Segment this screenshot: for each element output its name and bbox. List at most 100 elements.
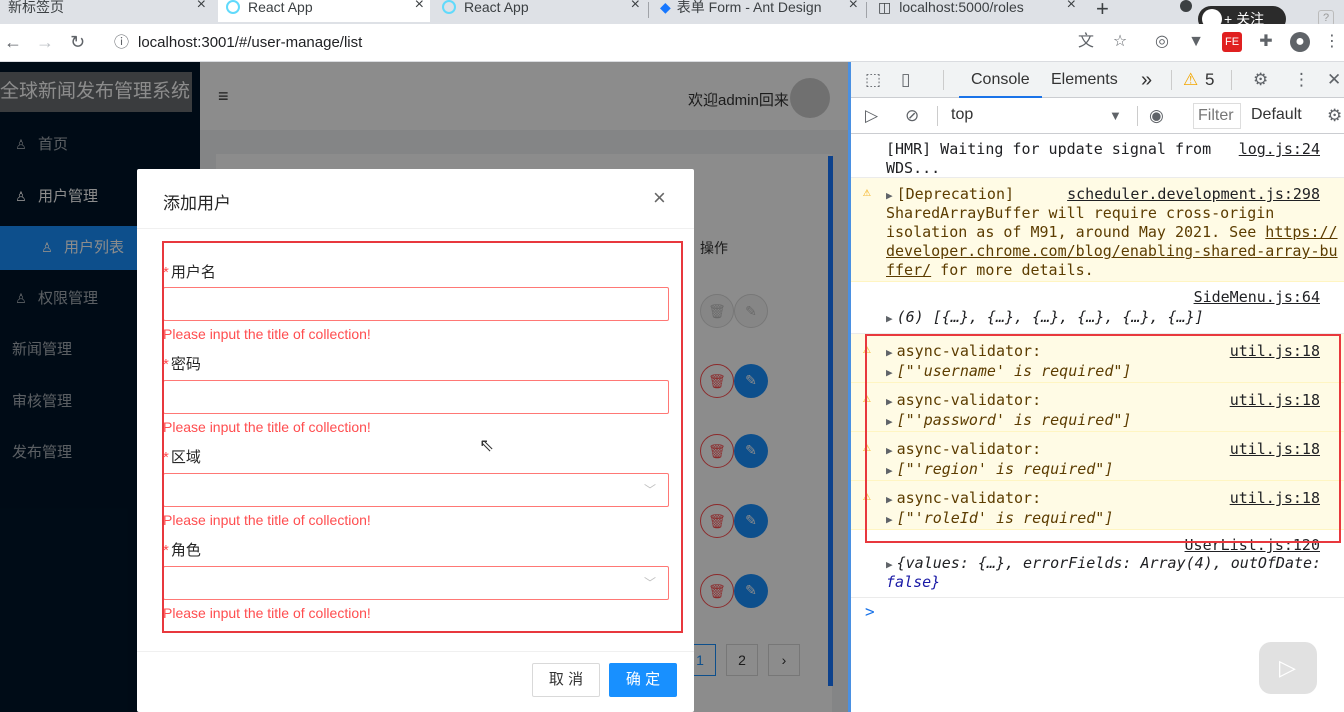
puzzle-extensions-icon[interactable]: ✚ — [1256, 32, 1276, 52]
clear-console-icon[interactable]: ⊘ — [905, 106, 919, 126]
new-tab-button[interactable]: + — [1096, 0, 1109, 22]
divider — [137, 651, 694, 652]
divider — [1171, 70, 1172, 90]
tab-ant-design-form[interactable]: ◆ 表单 Form - Ant Design × — [652, 0, 864, 22]
gear-icon[interactable]: ⚙ — [1253, 70, 1268, 90]
extension-icon[interactable]: ◎ — [1152, 32, 1172, 52]
expand-triangle-icon[interactable]: ▶ — [886, 312, 893, 325]
react-icon — [226, 0, 240, 14]
more-menu-icon[interactable]: ⋮ — [1293, 70, 1310, 90]
source-link[interactable]: log.js:24 — [1239, 140, 1320, 158]
close-icon[interactable]: ✕ — [1327, 70, 1341, 90]
message-line: isolation as of M91, around May 2021. Se… — [886, 223, 1338, 241]
highlight-box — [162, 241, 683, 633]
divider — [1231, 70, 1232, 90]
tab-title: React App — [464, 0, 529, 15]
message-text: false} — [886, 573, 941, 591]
device-toolbar-icon[interactable]: ▯ — [901, 70, 910, 90]
forward-icon[interactable]: → — [36, 33, 54, 51]
tab-divider — [648, 2, 649, 18]
tab-title: React App — [248, 0, 313, 15]
gear-icon[interactable]: ⚙ — [1327, 106, 1342, 126]
docs-link[interactable]: https:// — [1265, 223, 1337, 241]
docs-link[interactable]: ffer/ — [886, 261, 931, 279]
tab-localhost-roles[interactable]: ◫ localhost:5000/roles × — [870, 0, 1082, 22]
message-text: (6) [{…}, {…}, {…}, {…}, {…}, {…}] — [896, 308, 1204, 326]
translate-icon[interactable]: 文 — [1076, 32, 1096, 52]
more-menu-icon[interactable]: ⋮ — [1322, 32, 1342, 52]
info-icon[interactable]: ⓘ — [114, 34, 129, 52]
devtools-toolbar: ⬚ ▯ Console Elements » ⚠ 5 ⚙ ⋮ ✕ — [851, 62, 1344, 98]
tab-search-icon[interactable] — [1180, 0, 1192, 12]
warning-count[interactable]: 5 — [1205, 70, 1214, 90]
warning-icon[interactable]: ⚠ — [1183, 70, 1198, 90]
message-text: for more details. — [931, 261, 1094, 279]
console-warning: ⚠ ▶ [Deprecation] scheduler.development.j… — [851, 178, 1344, 282]
tab-close-icon[interactable]: × — [849, 0, 858, 13]
sidebar-toggle-icon[interactable]: ▷ — [865, 106, 878, 126]
tab-react-app[interactable]: React App × — [434, 0, 646, 22]
tab-react-app-active[interactable]: React App × — [218, 0, 430, 22]
tab-new-tab[interactable]: 新标签页 × — [0, 0, 212, 22]
context-selector[interactable]: top — [951, 106, 973, 124]
fe-extension-icon[interactable]: FE — [1222, 32, 1242, 52]
console-message: [HMR] Waiting for update signal from WDS… — [851, 134, 1344, 178]
expand-triangle-icon[interactable]: ▶ — [886, 189, 893, 202]
close-icon[interactable]: × — [653, 187, 666, 209]
divider — [943, 70, 944, 90]
console-toolbar: ▷ ⊘ top ▼ ◉ Filter Default ⚙ — [851, 98, 1344, 134]
url-input[interactable]: localhost:3001/#/user-manage/list — [138, 28, 1138, 58]
bookmark-star-icon[interactable]: ☆ — [1110, 32, 1130, 52]
filter-input[interactable]: Filter — [1193, 103, 1241, 129]
tab-console[interactable]: Console — [959, 62, 1042, 98]
highlight-box — [865, 334, 1341, 543]
warning-icon: ⚠ — [863, 185, 871, 200]
vue-devtools-icon[interactable]: ▼ — [1186, 32, 1206, 52]
tab-divider — [866, 2, 867, 18]
docs-link[interactable]: developer.chrome.com/blog/enabling-share… — [886, 242, 1338, 260]
log-levels-dropdown[interactable]: Default — [1251, 106, 1302, 124]
modal-title: 添加用户 — [163, 194, 231, 213]
message-line: ▶ (6) [{…}, {…}, {…}, {…}, {…}, {…}] — [886, 308, 1204, 326]
message-text: {values: {…}, errorFields: Array(4), out… — [896, 554, 1322, 572]
dropdown-arrow-icon[interactable]: ▼ — [1109, 106, 1122, 126]
tab-title: localhost:5000/roles — [899, 0, 1024, 15]
play-icon: ▷ — [1279, 655, 1296, 680]
devtools-panel: ⬚ ▯ Console Elements » ⚠ 5 ⚙ ⋮ ✕ ▷ ⊘ top… — [848, 62, 1344, 712]
message-text: WDS... — [886, 159, 941, 177]
video-play-button[interactable]: ▷ — [1259, 642, 1317, 694]
tab-close-icon[interactable]: × — [415, 0, 424, 13]
message-line: ▶ {values: {…}, errorFields: Array(4), ou… — [886, 554, 1321, 572]
eye-icon[interactable]: ◉ — [1149, 106, 1164, 126]
message-text: SharedArrayBuffer will require cross-ori… — [886, 204, 1275, 222]
source-link[interactable]: SideMenu.js:64 — [1194, 288, 1320, 306]
expand-triangle-icon[interactable]: ▶ — [886, 558, 893, 571]
confirm-button[interactable]: 确 定 — [609, 663, 677, 697]
divider — [137, 228, 694, 229]
message-line: ffer/ for more details. — [886, 261, 1094, 279]
back-icon[interactable]: ← — [4, 33, 22, 51]
ant-design-icon: ◆ — [660, 0, 671, 15]
console-message: SideMenu.js:64 ▶ (6) [{…}, {…}, {…}, {…},… — [851, 282, 1344, 334]
tab-elements[interactable]: Elements — [1051, 62, 1118, 98]
more-tabs-icon[interactable]: » — [1141, 62, 1152, 98]
source-link[interactable]: scheduler.development.js:298 — [1067, 185, 1320, 203]
message-line: ▶ [Deprecation] — [886, 185, 1014, 203]
tab-title: 表单 Form - Ant Design — [676, 0, 822, 15]
react-icon — [442, 0, 456, 14]
tab-title: 新标签页 — [8, 0, 64, 15]
reload-icon[interactable]: ↻ — [70, 33, 85, 51]
divider — [1137, 106, 1138, 126]
message-text: [Deprecation] — [896, 185, 1015, 203]
message-text: isolation as of M91, around May 2021. Se… — [886, 223, 1257, 241]
tab-close-icon[interactable]: × — [1067, 0, 1076, 13]
console-prompt[interactable]: > — [865, 602, 875, 621]
tab-close-icon[interactable]: × — [197, 0, 206, 13]
tab-close-icon[interactable]: × — [631, 0, 640, 13]
inspect-element-icon[interactable]: ⬚ — [865, 70, 881, 90]
page-icon: ◫ — [878, 0, 892, 15]
app-viewport: 全球新闻发布管理系统 ♙ 首页 ♙ 用户管理 ♙ 用户列表 ♙ 权限管理 新闻管理 审核… — [0, 62, 848, 712]
cancel-button[interactable]: 取 消 — [532, 663, 600, 697]
divider — [937, 106, 938, 126]
profile-avatar-icon[interactable]: ● — [1290, 32, 1310, 52]
